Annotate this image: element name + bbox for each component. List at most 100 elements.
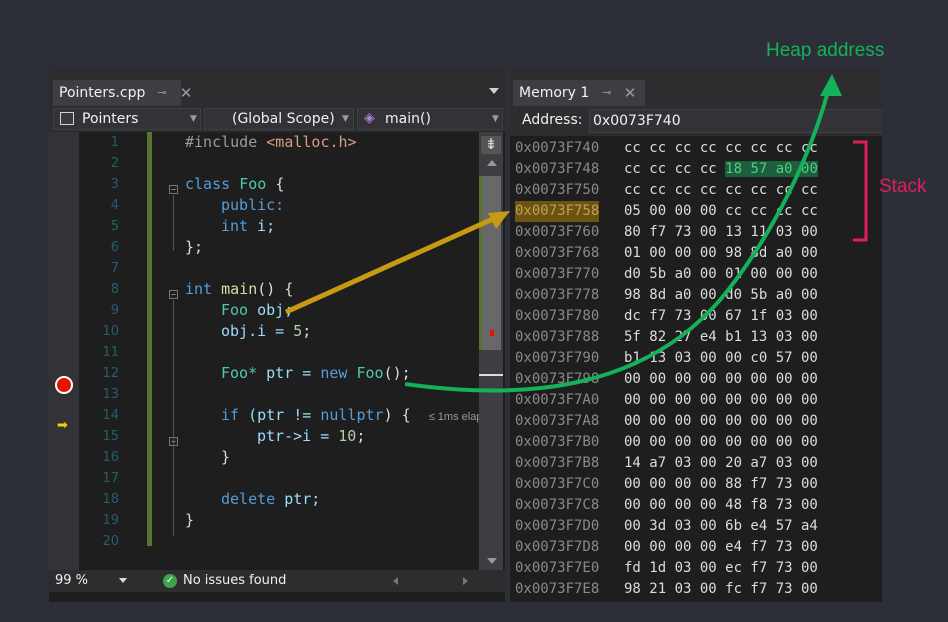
indicator-margin[interactable]: ➡ bbox=[49, 132, 79, 578]
zoom-dropdown-icon[interactable] bbox=[119, 578, 127, 583]
memory-address: 0x0073F740 bbox=[515, 140, 600, 156]
code-line-5: int i; bbox=[221, 217, 276, 235]
scroll-left-icon[interactable] bbox=[393, 577, 398, 585]
code-line-14: if (ptr != nullptr) { ≤ 1ms elapsed bbox=[221, 405, 479, 426]
memory-bytes: 00 00 00 00 00 00 00 00 bbox=[624, 371, 818, 387]
navigation-bar: Pointers ▼ (Global Scope) ▼ ◈ main() ▼ bbox=[49, 106, 505, 132]
memory-address: 0x0073F780 bbox=[515, 308, 600, 324]
perf-tip-hint: ≤ 1ms elapsed bbox=[428, 411, 479, 423]
project-dropdown-label: Pointers bbox=[82, 111, 139, 127]
line-number: 17 bbox=[102, 471, 119, 486]
breakpoint-icon[interactable] bbox=[55, 376, 73, 394]
outline-guide bbox=[173, 300, 174, 536]
memory-bytes: 01 00 00 00 98 8d a0 00 bbox=[624, 245, 818, 261]
memory-address: 0x0073F7B8 bbox=[515, 455, 600, 471]
change-marker bbox=[479, 176, 482, 350]
code-line-16: } bbox=[221, 448, 231, 466]
vertical-scrollbar[interactable]: ⇟ bbox=[479, 132, 503, 578]
pin-icon[interactable]: ⊸ bbox=[155, 81, 169, 105]
code-line-15: ptr->i = 10; bbox=[257, 427, 366, 445]
caret-position-marker bbox=[479, 374, 503, 376]
memory-bytes: 98 21 03 00 fc f7 73 00 bbox=[624, 581, 818, 597]
collapse-icon[interactable]: − bbox=[169, 290, 178, 299]
collapse-icon[interactable]: − bbox=[169, 185, 178, 194]
memory-address: 0x0073F7B0 bbox=[515, 434, 600, 450]
editor-status-bar: 99 % ✓ No issues found bbox=[49, 570, 505, 592]
memory-bytes: dc f7 73 00 67 1f 03 00 bbox=[624, 308, 818, 324]
current-statement-arrow-icon: ➡ bbox=[57, 418, 68, 433]
memory-address: 0x0073F748 bbox=[515, 161, 600, 177]
memory-address: 0x0073F788 bbox=[515, 329, 600, 345]
line-number: 2 bbox=[110, 156, 119, 171]
method-icon: ◈ bbox=[364, 110, 375, 126]
memory-bytes: 00 00 00 00 88 f7 73 00 bbox=[624, 476, 818, 492]
split-window-icon[interactable]: ⇟ bbox=[481, 136, 501, 154]
memory-address: 0x0073F7A8 bbox=[515, 413, 600, 429]
heap-address-label: Heap address bbox=[766, 40, 885, 61]
issues-status[interactable]: No issues found bbox=[183, 570, 286, 592]
line-number: 13 bbox=[102, 387, 119, 402]
line-number: 6 bbox=[110, 240, 119, 255]
memory-bytes: 00 00 00 00 e4 f7 73 00 bbox=[624, 539, 818, 555]
breakpoint-marker bbox=[490, 330, 494, 336]
tab-label: Pointers.cpp bbox=[59, 85, 146, 101]
memory-bytes: 00 3d 03 00 6b e4 57 a4 bbox=[624, 518, 818, 534]
line-number: 4 bbox=[110, 198, 119, 213]
scroll-down-icon[interactable] bbox=[487, 558, 497, 564]
screenshot-stage: Pointers.cpp ⊸ ✕ Pointers ▼ (Global Scop… bbox=[0, 0, 948, 622]
scrollbar-thumb[interactable] bbox=[481, 176, 501, 350]
outline-guide bbox=[173, 195, 174, 251]
memory-bytes: 00 00 00 00 00 00 00 00 bbox=[624, 392, 818, 408]
memory-bytes: 00 00 00 00 48 f8 73 00 bbox=[624, 497, 818, 513]
memory-address: 0x0073F790 bbox=[515, 350, 600, 366]
stack-label: Stack bbox=[879, 176, 927, 197]
address-bar: Address: 0x0073F740 bbox=[510, 106, 882, 136]
memory-bytes: 05 00 00 00 cc cc cc cc bbox=[624, 203, 818, 219]
memory-bytes: 5f 82 27 e4 b1 13 03 00 bbox=[624, 329, 818, 345]
line-number: 11 bbox=[102, 345, 119, 360]
address-value: 0x0073F740 bbox=[593, 113, 681, 129]
memory-address: 0x0073F770 bbox=[515, 266, 600, 282]
scope-dropdown-label: (Global Scope) bbox=[232, 111, 335, 127]
code-text-area[interactable]: − − − #include <malloc.h> class Foo { pu… bbox=[167, 132, 479, 578]
memory-bytes: 98 8d a0 00 d0 5b a0 00 bbox=[624, 287, 818, 303]
code-line-18: delete ptr; bbox=[221, 490, 321, 508]
project-dropdown[interactable]: Pointers ▼ bbox=[53, 108, 201, 130]
tab-label: Memory 1 bbox=[519, 85, 590, 101]
code-editor-panel: Pointers.cpp ⊸ ✕ Pointers ▼ (Global Scop… bbox=[49, 68, 505, 602]
chevron-down-icon: ▼ bbox=[492, 114, 499, 124]
close-icon[interactable]: ✕ bbox=[179, 81, 193, 105]
scroll-up-icon[interactable] bbox=[487, 160, 497, 166]
line-number: 8 bbox=[110, 282, 119, 297]
close-icon[interactable]: ✕ bbox=[623, 81, 637, 105]
tab-overflow-dropdown-icon[interactable] bbox=[489, 88, 499, 94]
memory-tab-strip: Memory 1 ⊸ ✕ bbox=[510, 68, 882, 106]
horizontal-scrollbar[interactable] bbox=[49, 592, 505, 602]
pin-icon[interactable]: ⊸ bbox=[600, 81, 614, 105]
scroll-right-icon[interactable] bbox=[463, 577, 468, 585]
code-line-4: public: bbox=[221, 196, 285, 214]
memory-address: 0x0073F7E0 bbox=[515, 560, 600, 576]
chevron-down-icon: ▼ bbox=[190, 114, 197, 124]
memory-bytes: cc cc cc cc cc cc cc cc bbox=[624, 140, 818, 156]
memory-address: 0x0073F7A0 bbox=[515, 392, 600, 408]
memory-bytes: fd 1d 03 00 ec f7 73 00 bbox=[624, 560, 818, 576]
memory-bytes: 80 f7 73 00 13 11 03 00 bbox=[624, 224, 818, 240]
memory-address: 0x0073F7C0 bbox=[515, 476, 600, 492]
line-number: 16 bbox=[102, 450, 119, 465]
address-input[interactable]: 0x0073F740 bbox=[589, 109, 882, 133]
memory-grid[interactable]: 0x0073F740 cc cc cc cc cc cc cc cc 0x0073… bbox=[510, 138, 882, 602]
memory-bytes: cc cc cc cc cc cc cc cc bbox=[624, 182, 818, 198]
memory-window-panel: Memory 1 ⊸ ✕ Address: 0x0073F740 0x0073F… bbox=[510, 68, 882, 602]
line-number: 10 bbox=[102, 324, 119, 339]
line-number: 5 bbox=[110, 219, 119, 234]
memory-address: 0x0073F7D8 bbox=[515, 539, 600, 555]
scope-dropdown[interactable]: (Global Scope) ▼ bbox=[204, 108, 354, 130]
zoom-level[interactable]: 99 % bbox=[55, 570, 88, 592]
memory-bytes: 00 00 00 00 00 00 00 00 bbox=[624, 413, 818, 429]
memory-bytes: d0 5b a0 00 01 00 00 00 bbox=[624, 266, 818, 282]
line-number: 14 bbox=[102, 408, 119, 423]
code-line-6: }; bbox=[185, 238, 204, 256]
line-number: 9 bbox=[110, 303, 119, 318]
member-dropdown[interactable]: ◈ main() ▼ bbox=[357, 108, 503, 130]
